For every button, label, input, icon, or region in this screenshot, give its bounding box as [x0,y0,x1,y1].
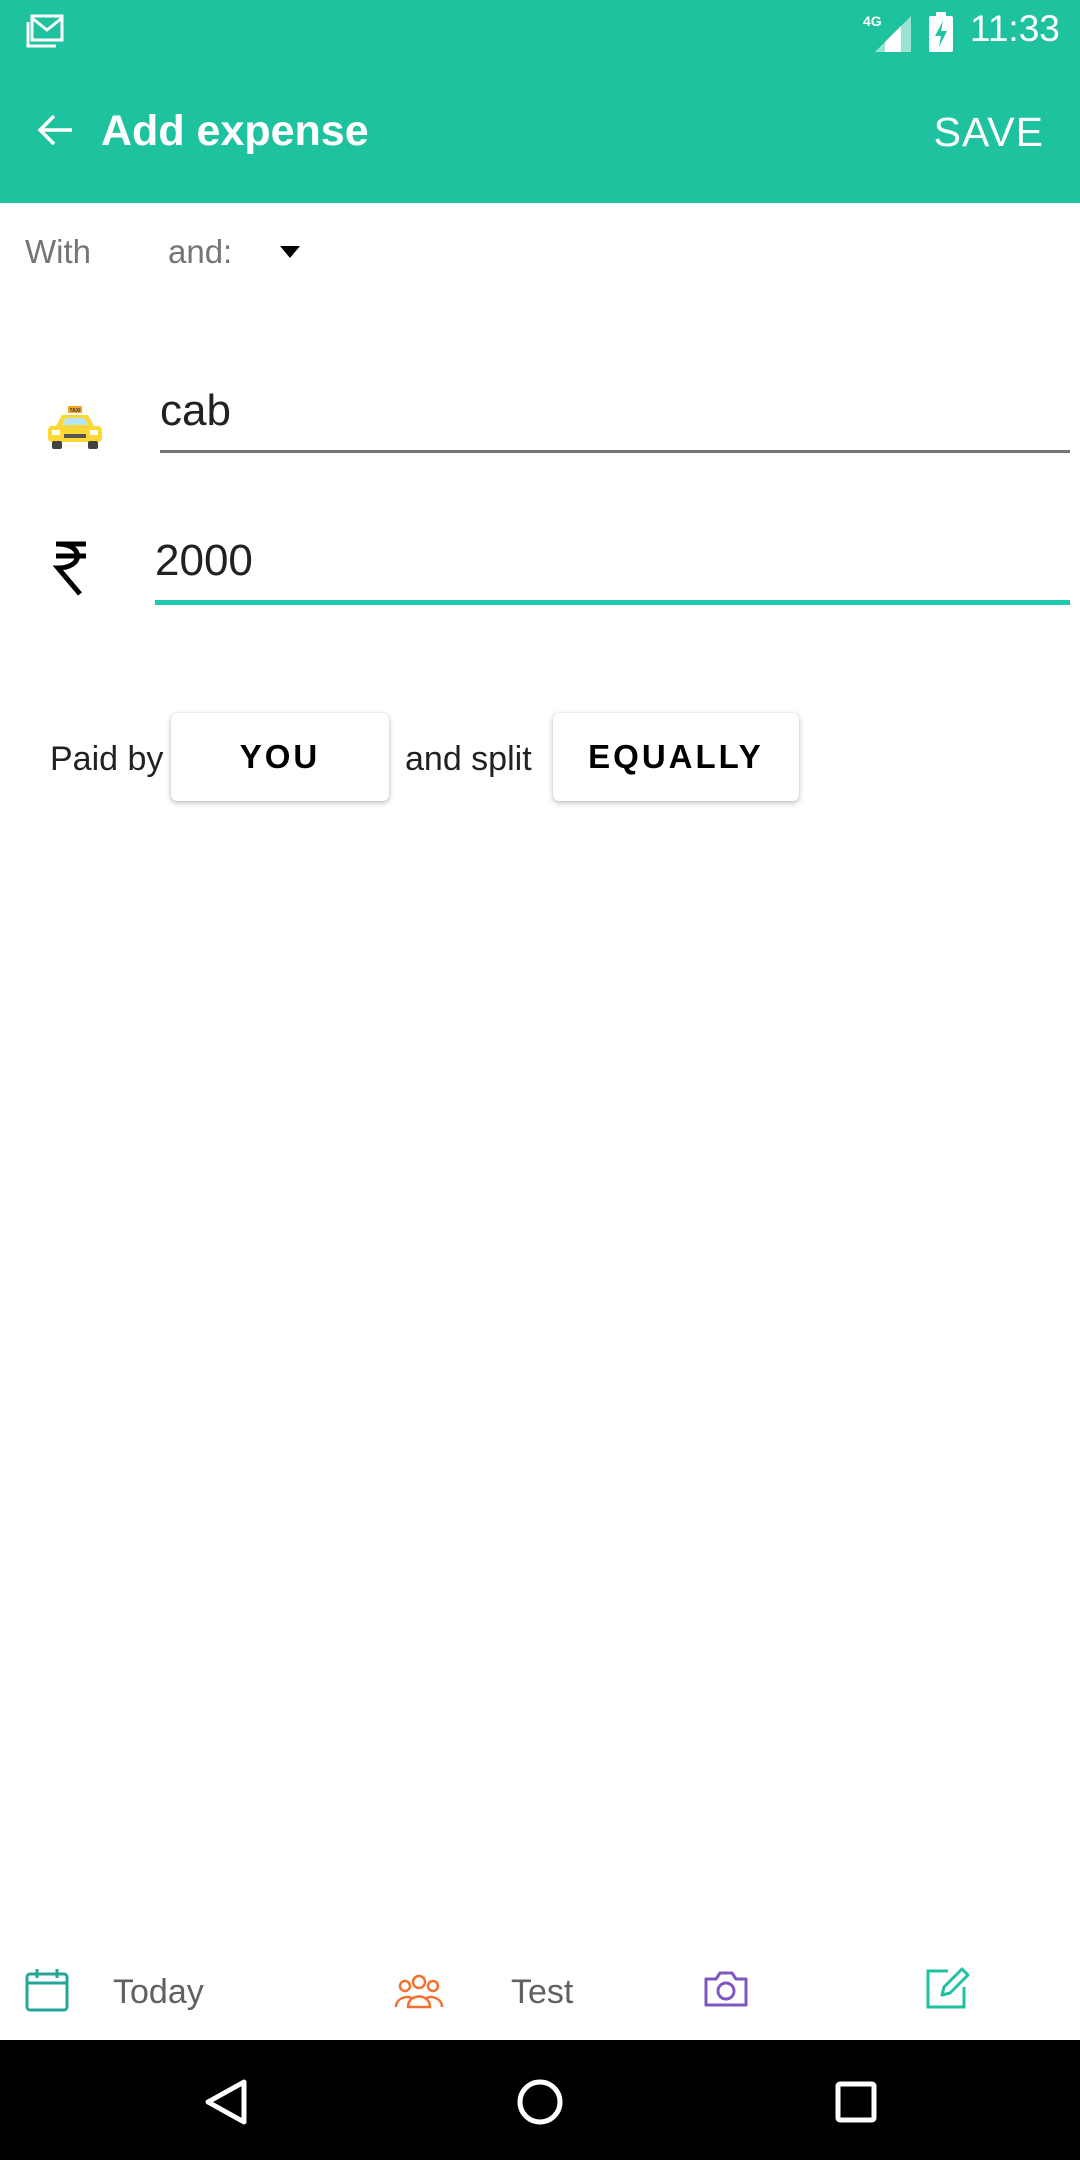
date-label[interactable]: Today [113,1973,204,2012]
save-button[interactable]: SAVE [934,109,1044,156]
status-bar: 4G 11:33 [0,0,1080,63]
description-input[interactable] [160,378,1070,453]
calendar-icon[interactable] [24,1967,70,2013]
status-time: 11:33 [970,8,1060,49]
taxi-sign-text: TAXI [69,408,81,414]
bottom-toolbar: Today Test [0,1945,1080,2040]
with-row: With and: [0,203,1080,299]
split-method-button[interactable]: EQUALLY [553,713,799,801]
camera-icon[interactable] [702,1967,750,2011]
gmail-icon [26,14,64,48]
back-triangle-icon[interactable] [200,2076,252,2128]
group-icon[interactable] [394,1971,444,2011]
recents-square-icon[interactable] [830,2076,882,2128]
taxi-icon[interactable]: TAXI [44,404,106,452]
and-label[interactable]: and: [168,233,232,271]
with-label: With [25,233,91,270]
signal-icon: 4G [863,13,911,52]
rupee-icon [52,541,86,596]
battery-charging-icon [929,12,953,52]
page-title: Add expense [101,107,369,155]
system-nav-bar [0,2040,1080,2160]
network-type-label: 4G [863,13,882,29]
split-label: and split [405,740,532,778]
note-icon[interactable] [922,1963,972,2013]
home-circle-icon[interactable] [514,2076,566,2128]
amount-input[interactable] [155,528,1070,605]
app-bar: Add expense SAVE [0,63,1080,203]
caret-down-icon[interactable] [277,243,303,261]
group-name-label[interactable]: Test [511,1973,573,2012]
payer-button[interactable]: YOU [171,713,389,801]
arrow-left-icon[interactable] [36,110,76,150]
paid-by-label: Paid by [50,740,164,778]
